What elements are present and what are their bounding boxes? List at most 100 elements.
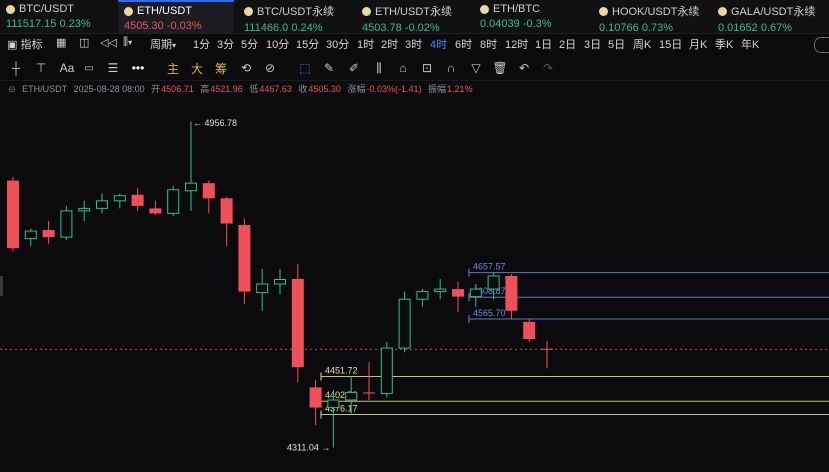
eraser-icon[interactable]: ⟲ [238, 60, 254, 76]
font-icon[interactable]: Aa [57, 60, 77, 76]
collapse-icon[interactable]: ⊖ [8, 84, 16, 94]
undo-icon[interactable]: ↶ [516, 60, 532, 76]
tab-gala-usdt-perp[interactable]: GALA/USDT永续 0.01652 0.67% [712, 0, 828, 34]
interval-3d[interactable]: 3日 [584, 36, 601, 52]
interval-1h[interactable]: 1时 [357, 36, 374, 52]
high-label: 高 [200, 84, 210, 94]
tab-eth-usdt[interactable]: ETH/USDT 4505.30 -0.03% [118, 0, 234, 33]
crosshair-icon[interactable]: ┼ [8, 60, 24, 76]
interval-6h[interactable]: 6时 [455, 36, 472, 52]
interval-3m[interactable]: 3分 [217, 36, 234, 52]
chart-edit-icon[interactable]: ⊡ [419, 60, 435, 76]
drawing-toolbar: ┼ ⊤ Aa ▭ ☰ ••• 主 大 筹 ⟲ ⊘ ⬚ ✎ ✐ ⫼ ⌂ ⊡ ∩ ▽… [0, 56, 829, 81]
trash-icon[interactable]: 🗑 [492, 60, 508, 76]
candle-body-up [380, 347, 393, 394]
indicator-button[interactable]: ▣ 指标 [7, 36, 42, 52]
period-dropdown[interactable]: 周期▾ [150, 36, 176, 52]
pencil-icon[interactable]: ✎ [321, 60, 337, 76]
indicator-label: 指标 [20, 39, 43, 51]
candle-body-down [220, 198, 233, 224]
low-value: 4467.63 [259, 84, 292, 94]
candle-body-up [24, 230, 37, 240]
candle-body-up [113, 195, 126, 202]
coin-icon [124, 6, 133, 16]
candle-body-up [469, 288, 482, 298]
interval-quarter[interactable]: 季K [715, 36, 733, 52]
interval-8h[interactable]: 8时 [480, 36, 497, 52]
brush-icon[interactable]: ⊘ [262, 60, 278, 76]
calendar-icon[interactable]: ▦ [56, 36, 66, 49]
select-tool-icon[interactable]: ⬚ [297, 60, 313, 76]
amplitude-value: 1.21% [447, 84, 473, 94]
chip-distribution-toggle[interactable]: 筹 [213, 60, 229, 76]
draw-icon[interactable]: ✐ [346, 60, 362, 76]
list-icon[interactable]: ☰ [105, 60, 121, 76]
level-label: 4657.57 [473, 262, 506, 272]
chart-canvas[interactable]: 4657.574608.874565.704451.724402.584376.… [0, 96, 829, 467]
candle-body-down [131, 194, 144, 206]
candle-body-up [434, 288, 447, 293]
tab-btc-usdt[interactable]: BTC/USDT 111517.15 0.23% [0, 0, 116, 33]
rewind-icon[interactable]: ◁◁ [100, 36, 117, 49]
lock-icon[interactable]: ⌂ [395, 60, 411, 76]
tab-change: 0.23% [59, 18, 91, 30]
coin-icon [599, 6, 608, 16]
open-label: 开 [151, 84, 161, 94]
tab-change: -0.03% [166, 20, 202, 32]
tab-eth-usdt-perp[interactable]: ETH/USDT永续 4503.78 -0.02% [356, 0, 472, 34]
filter-icon[interactable]: ▽ [468, 60, 484, 76]
redo-icon[interactable]: ↷ [540, 60, 556, 76]
big-order-toggle[interactable]: 大 [189, 60, 205, 76]
change-label: 涨幅 [347, 84, 366, 94]
level-label: 4451.72 [325, 365, 358, 375]
main-indicator-toggle[interactable]: 主 [165, 60, 181, 76]
candle-body-up [96, 200, 108, 209]
interval-year[interactable]: 年K [741, 36, 759, 52]
tab-hook-usdt-perp[interactable]: HOOK/USDT永续 0.10766 0.73% [593, 0, 709, 34]
candle-body-up [256, 283, 269, 294]
interval-30m[interactable]: 30分 [326, 36, 349, 52]
interval-month[interactable]: 月K [689, 36, 707, 52]
interval-10m[interactable]: 10分 [266, 36, 289, 52]
interval-12h[interactable]: 12时 [505, 36, 528, 52]
tab-name: ETH/BTC [493, 3, 541, 15]
period-label: 周期 [150, 39, 172, 51]
magnet-icon[interactable]: ∩ [443, 60, 459, 76]
amplitude-label: 振幅 [428, 84, 447, 94]
tab-name: BTC/USDT永续 [257, 6, 334, 18]
text-line-icon[interactable]: ⊤ [33, 60, 49, 76]
interval-week[interactable]: 周K [633, 36, 651, 52]
interval-5d[interactable]: 5日 [608, 36, 625, 52]
layout-icon[interactable]: ◫ [79, 36, 89, 49]
interval-3h[interactable]: 3时 [405, 36, 422, 52]
candle-body-down [452, 289, 464, 297]
interval-1d[interactable]: 1日 [535, 36, 552, 52]
candle-body-down [523, 321, 536, 339]
ohlc-info-bar: ⊖ ETH/USDT 2025-08-28 08:00 开4506.71 高45… [0, 82, 829, 96]
tab-eth-btc[interactable]: ETH/BTC 0.04039 -0.3% [474, 0, 590, 33]
candle-body-down [238, 225, 251, 292]
candle-body-up [78, 207, 91, 212]
tab-name: GALA/USDT永续 [731, 6, 816, 18]
more-icon[interactable]: ••• [130, 60, 146, 76]
interval-2d[interactable]: 2日 [559, 36, 576, 52]
low-marker: 4311.04 → [287, 442, 330, 452]
interval-2h[interactable]: 2时 [381, 36, 398, 52]
candlestick-chart[interactable]: 4657.57 4608.87 4565.70 4451.72 4402.58 4376.… [0, 96, 829, 467]
candle-body-up [60, 210, 73, 238]
tab-btc-usdt-perp[interactable]: BTC/USDT永续 111466.0 0.24% [238, 0, 354, 34]
interval-15d[interactable]: 15日 [659, 36, 682, 52]
interval-15m[interactable]: 15分 [296, 36, 319, 52]
tab-name: ETH/USDT [137, 5, 192, 17]
collapse-handle[interactable] [814, 37, 829, 53]
open-value: 4506.71 [161, 84, 194, 94]
ruler-icon[interactable]: ▭ [80, 60, 98, 76]
candle-body-up [327, 399, 340, 409]
interval-4h[interactable]: 4时 [430, 36, 447, 52]
interval-5m[interactable]: 5分 [241, 36, 258, 52]
candle-body-up [274, 278, 286, 285]
interval-1m[interactable]: 1分 [193, 36, 210, 52]
chart-type-dropdown[interactable]: ⫼▾ [123, 36, 132, 49]
candle-body-up [416, 291, 429, 300]
candles-icon[interactable]: ⫼ [370, 60, 388, 76]
